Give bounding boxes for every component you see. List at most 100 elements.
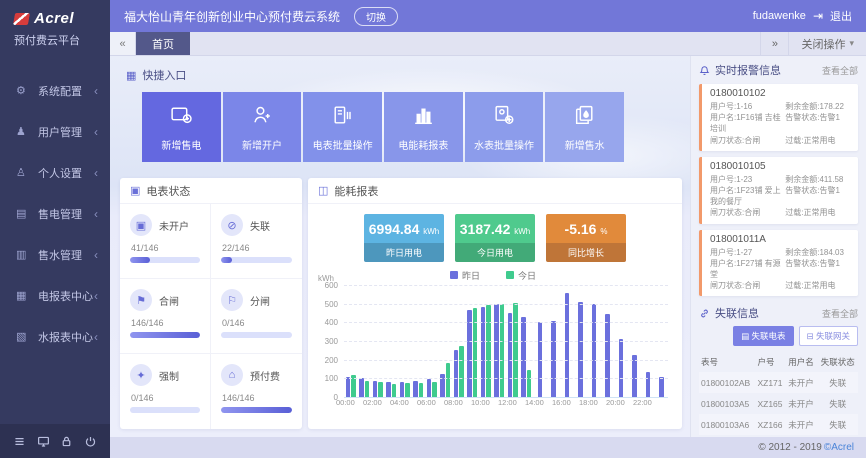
quick-entry-icon: ▦ bbox=[126, 69, 136, 82]
chart-x-axis-labels: 00:0002:0004:0006:0008:0010:0012:0014:00… bbox=[344, 398, 668, 410]
quick-button-meter-batch-ops[interactable]: 电表批量操作 bbox=[303, 92, 382, 162]
sidebar: Acrel 预付费云平台 ⚙ 系统配置 ‹ ♟ 用户管理 ‹ ♙ 个人设置 ‹ … bbox=[0, 0, 110, 458]
platform-name: 预付费云平台 bbox=[14, 32, 110, 48]
energy-stat-box: 6994.84 kWh 昨日用电 bbox=[364, 214, 444, 262]
sidebar-item-water-sales[interactable]: ▥ 售水管理 ‹ bbox=[0, 234, 110, 275]
alarm-meter-id: 018001011A bbox=[710, 234, 852, 245]
chart-bar[interactable] bbox=[494, 304, 499, 398]
quick-button-energy-report[interactable]: 电能耗报表 bbox=[384, 92, 463, 162]
sidebar-bottom-bar bbox=[0, 424, 110, 458]
chart-bar[interactable] bbox=[527, 370, 532, 398]
chart-bar[interactable] bbox=[459, 346, 464, 398]
power-icon[interactable] bbox=[84, 435, 97, 448]
offline-table-row[interactable]: 01800103A6XZ166未开户失联 bbox=[699, 414, 858, 435]
copyright-text: © 2012 - 2019 bbox=[758, 442, 822, 453]
chart-bar[interactable] bbox=[427, 379, 432, 398]
chart-bar[interactable] bbox=[386, 382, 391, 398]
quick-button-add-sell-water[interactable]: 新增售水 bbox=[545, 92, 624, 162]
energy-report-header: ◫ 能耗报表 bbox=[308, 178, 682, 204]
quick-button-add-account[interactable]: 新增开户 bbox=[223, 92, 302, 162]
chart-bar[interactable] bbox=[619, 339, 624, 398]
sidebar-item-user-management[interactable]: ♟ 用户管理 ‹ bbox=[0, 111, 110, 152]
chart-bar[interactable] bbox=[486, 305, 491, 398]
monitor-icon[interactable] bbox=[37, 435, 50, 448]
alarm-card[interactable]: 0180010102 用户号:1-16剩余金额:178.22用户名:1F16铺 … bbox=[699, 84, 858, 151]
offline-table-header: 表号户号用户名失联状态 bbox=[699, 352, 858, 372]
menu-icon[interactable] bbox=[13, 435, 26, 448]
chart-bar[interactable] bbox=[605, 314, 610, 398]
meter-status-progress bbox=[130, 407, 200, 413]
acrel-logo-icon bbox=[13, 13, 30, 25]
chart-bar[interactable] bbox=[373, 381, 378, 398]
offline-view-all-link[interactable]: 查看全部 bbox=[822, 307, 858, 320]
chart-bar[interactable] bbox=[632, 355, 637, 398]
sidebar-item-electric-sales[interactable]: ▤ 售电管理 ‹ bbox=[0, 193, 110, 234]
sidebar-item-water-report-center[interactable]: ▧ 水报表中心 ‹ bbox=[0, 316, 110, 357]
chart-bar[interactable] bbox=[565, 293, 570, 398]
user-icon: ♙ bbox=[16, 166, 32, 179]
chart-bar[interactable] bbox=[378, 382, 383, 398]
chart-bar[interactable] bbox=[432, 382, 437, 398]
lock-icon[interactable] bbox=[60, 435, 73, 448]
tabs-expand-button[interactable]: » bbox=[760, 32, 788, 55]
chart-bar[interactable] bbox=[413, 381, 418, 398]
logo-area: Acrel 预付费云平台 bbox=[0, 0, 110, 56]
logo-text: Acrel bbox=[34, 10, 74, 27]
sidebar-item-electric-report-center[interactable]: ▦ 电报表中心 ‹ bbox=[0, 275, 110, 316]
chart-bar[interactable] bbox=[400, 382, 405, 398]
footer: © 2012 - 2019 ©Acrel bbox=[110, 437, 866, 458]
offline-meter-button[interactable]: ▤ 失联电表 bbox=[733, 326, 793, 346]
electric-report-icon: ▦ bbox=[16, 289, 32, 302]
legend-item[interactable]: 今日 bbox=[506, 269, 536, 282]
chart-bar[interactable] bbox=[359, 378, 364, 398]
offline-table-body: 01800102ABXZ171未开户失联01800103A5XZ165未开户失联… bbox=[699, 372, 858, 437]
quick-button-water-batch-ops[interactable]: 水表批量操作 bbox=[465, 92, 544, 162]
energy-report-icon: ◫ bbox=[318, 184, 328, 197]
chart-bar[interactable] bbox=[405, 383, 410, 398]
chart-bar[interactable] bbox=[446, 363, 451, 398]
close-operations-dropdown[interactable]: 关闭操作 ▾ bbox=[788, 32, 866, 55]
switch-on-icon: ⚑ bbox=[130, 289, 152, 311]
sidebar-item-system-config[interactable]: ⚙ 系统配置 ‹ bbox=[0, 70, 110, 111]
chart-bar[interactable] bbox=[508, 313, 513, 398]
username[interactable]: fudawenke bbox=[753, 10, 806, 22]
chart-bar[interactable] bbox=[659, 377, 664, 398]
energy-stat-row: 6994.84 kWh 昨日用电 3187.42 kWh 今日用电 -5.16 … bbox=[308, 214, 682, 262]
chart-bar[interactable] bbox=[467, 310, 472, 398]
footer-brand-link[interactable]: ©Acrel bbox=[824, 442, 854, 453]
chart-bar[interactable] bbox=[346, 377, 351, 398]
chart-bar[interactable] bbox=[365, 381, 370, 398]
switch-project-button[interactable]: 切换 bbox=[354, 7, 398, 26]
alarm-list: 0180010102 用户号:1-16剩余金额:178.22用户名:1F16铺 … bbox=[699, 78, 858, 296]
sell-water-icon: ▥ bbox=[16, 248, 32, 261]
sidebar-item-personal-settings[interactable]: ♙ 个人设置 ‹ bbox=[0, 152, 110, 193]
alarm-card[interactable]: 0180010105 用户号:1-23剩余金额:411.58用户名:1F23铺 … bbox=[699, 157, 858, 224]
chart-bar[interactable] bbox=[521, 317, 526, 398]
chart-bar[interactable] bbox=[481, 307, 486, 398]
chart-bar[interactable] bbox=[646, 372, 651, 398]
offline-table-row[interactable]: 01800102ABXZ171未开户失联 bbox=[699, 372, 858, 393]
sell-electric-icon: ▤ bbox=[16, 207, 32, 220]
alarm-card[interactable]: 018001011A 用户号:1-27剩余金额:184.03用户名:1F27铺 … bbox=[699, 230, 858, 297]
right-panel: 实时报警信息 查看全部 0180010102 用户号:1-16剩余金额:178.… bbox=[690, 56, 866, 437]
water-report-icon: ▧ bbox=[16, 330, 32, 343]
logout-button[interactable]: 退出 bbox=[830, 8, 852, 24]
chart-bar[interactable] bbox=[419, 383, 424, 398]
offline-table-row[interactable]: 01800103A5XZ165未开户失联 bbox=[699, 393, 858, 414]
tab-home[interactable]: 首页 bbox=[136, 32, 190, 55]
chart-bar[interactable] bbox=[513, 303, 518, 398]
quick-button-add-sell-electric[interactable]: 新增售电 bbox=[142, 92, 221, 162]
chart-bar[interactable] bbox=[592, 304, 597, 398]
chart-bar[interactable] bbox=[578, 302, 583, 398]
alarms-view-all-link[interactable]: 查看全部 bbox=[822, 64, 858, 77]
meter-batch-icon bbox=[330, 103, 355, 131]
chart-bar[interactable] bbox=[454, 350, 459, 398]
bar-chart-icon bbox=[411, 103, 436, 131]
chevron-left-icon: ‹ bbox=[94, 289, 98, 303]
legend-item[interactable]: 昨日 bbox=[450, 269, 480, 282]
chart-bar[interactable] bbox=[392, 384, 397, 398]
logout-icon: ⇥ bbox=[813, 9, 823, 23]
offline-gateway-button[interactable]: ⊟ 失联网关 bbox=[799, 326, 859, 346]
chart-bar[interactable] bbox=[500, 304, 505, 398]
tabs-collapse-button[interactable]: « bbox=[110, 32, 136, 55]
